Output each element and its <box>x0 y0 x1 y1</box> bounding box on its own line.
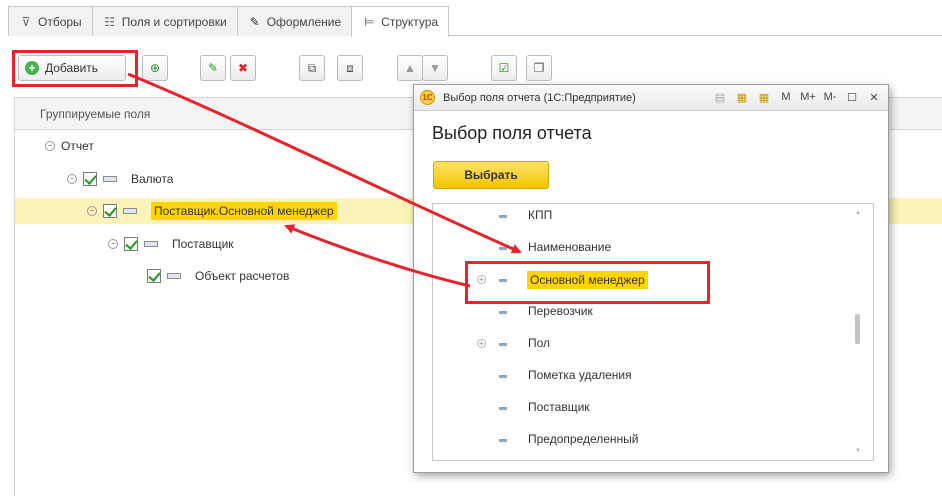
tab-label: Отборы <box>38 14 82 29</box>
dialog-titlebar: 1C Выбор поля отчета (1С:Предприятие) ▤ … <box>414 85 888 111</box>
scroll-up-icon[interactable]: ▲ <box>854 210 862 216</box>
list-item[interactable]: Поставщик <box>433 396 853 420</box>
field-dash-icon <box>499 343 507 346</box>
tree-row-label: Объект расчетов <box>195 269 290 283</box>
calendar-icon[interactable]: ▦ <box>756 88 772 106</box>
edit-button[interactable]: ✎ <box>200 55 226 81</box>
tree-row-label: Поставщик.Основной менеджер <box>151 202 337 220</box>
move-down-button[interactable]: ▼ <box>422 55 448 81</box>
field-dash-icon <box>499 247 507 250</box>
selected-field-highlight <box>465 261 710 304</box>
fields-icon: ☷ <box>104 14 116 29</box>
arrow-up-icon: ▲ <box>404 61 416 75</box>
field-list: КПП Наименование + Основной менеджер Пер… <box>432 203 874 461</box>
field-icon <box>144 241 158 247</box>
dialog-window-title: Выбор поля отчета (1С:Предприятие) <box>443 91 636 104</box>
check-all-icon: ☑ <box>498 61 510 75</box>
scroll-down-icon[interactable]: ▼ <box>854 448 862 454</box>
restore-icon[interactable]: ☐ <box>844 88 860 106</box>
memory-button[interactable]: M <box>778 88 794 106</box>
add-group-icon: ⊕ <box>149 61 161 75</box>
field-dash-icon <box>499 375 507 378</box>
dialog-heading: Выбор поля отчета <box>432 123 592 143</box>
uncheck-all-icon: ❐ <box>533 61 545 75</box>
tab-filters[interactable]: ⊽ Отборы <box>8 6 93 36</box>
uncheck-all-button[interactable]: ❐ <box>526 55 552 81</box>
list-item-label: Предопределенный <box>528 432 639 446</box>
list-item[interactable]: КПП <box>433 204 853 228</box>
tab-structure[interactable]: ⊨ Структура <box>351 6 450 37</box>
tree-header-label: Группируемые поля <box>40 106 151 121</box>
memory-plus-button[interactable]: M+ <box>800 88 816 106</box>
tab-bar: ⊽ Отборы ☷ Поля и сортировки ✎ Оформлени… <box>8 6 942 37</box>
check-all-button[interactable]: ☑ <box>491 55 517 81</box>
tab-label: Оформление <box>266 14 342 29</box>
scrollbar-thumb[interactable] <box>855 314 860 344</box>
choose-button[interactable]: Выбрать <box>433 161 549 189</box>
checkbox[interactable] <box>124 237 138 251</box>
checkbox[interactable] <box>147 269 161 283</box>
collapse-icon[interactable]: − <box>45 141 55 151</box>
structure-icon: ⊨ <box>363 15 375 29</box>
tab-fields-sorting[interactable]: ☷ Поля и сортировки <box>91 6 238 36</box>
collapse-icon[interactable]: − <box>108 239 118 249</box>
list-item[interactable]: + Пол <box>433 332 853 356</box>
ungroup-button[interactable]: ⧈ <box>337 55 363 81</box>
tree-row-label: Отчет <box>61 139 94 153</box>
delete-icon: ✖ <box>237 61 249 75</box>
title-tools: ▤ ▦ ▦ M M+ M- ☐ ✕ <box>712 88 882 106</box>
field-dash-icon <box>499 439 507 442</box>
delete-button[interactable]: ✖ <box>230 55 256 81</box>
tree-row-label: Валюта <box>131 172 174 186</box>
collapse-icon[interactable]: − <box>67 174 77 184</box>
tab-label: Поля и сортировки <box>121 14 227 29</box>
list-item-label: КПП <box>528 208 553 222</box>
document-icon[interactable]: ▤ <box>712 88 728 106</box>
field-dash-icon <box>499 215 507 218</box>
field-dash-icon <box>499 311 507 314</box>
ungroup-icon: ⧈ <box>346 60 354 75</box>
brush-icon: ✎ <box>249 14 260 29</box>
memory-minus-button[interactable]: M- <box>822 88 838 106</box>
group-button[interactable]: ⧉ <box>299 55 325 81</box>
expand-icon[interactable]: + <box>477 339 486 348</box>
filter-icon: ⊽ <box>21 14 31 29</box>
add-button-highlight <box>12 50 138 87</box>
tab-label: Структура <box>381 15 439 29</box>
close-icon[interactable]: ✕ <box>866 88 882 106</box>
group-icon: ⧉ <box>307 60 317 75</box>
app-logo-icon: 1C <box>420 90 435 105</box>
tab-appearance[interactable]: ✎ Оформление <box>236 6 353 36</box>
field-icon <box>167 273 181 279</box>
collapse-icon[interactable]: − <box>87 206 97 216</box>
list-item-label: Наименование <box>528 240 612 254</box>
move-up-button[interactable]: ▲ <box>397 55 423 81</box>
field-icon <box>123 208 137 214</box>
arrow-down-icon: ▼ <box>429 61 441 75</box>
field-dash-icon <box>499 407 507 410</box>
list-item-label: Пол <box>528 336 551 350</box>
list-item[interactable]: Предопределенный <box>433 428 853 452</box>
tree-row-label: Поставщик <box>172 237 234 251</box>
list-item[interactable]: Наименование <box>433 236 853 260</box>
list-item-label: Поставщик <box>528 400 590 414</box>
pencil-icon: ✎ <box>207 61 219 75</box>
checkbox[interactable] <box>83 172 97 186</box>
add-group-button[interactable]: ⊕ <box>142 55 168 81</box>
list-item-label: Пометка удаления <box>528 368 632 382</box>
field-icon <box>103 176 117 182</box>
calculator-icon[interactable]: ▦ <box>734 88 750 106</box>
checkbox[interactable] <box>103 204 117 218</box>
list-item[interactable]: Пометка удаления <box>433 364 853 388</box>
list-item-label: Перевозчик <box>528 304 593 318</box>
